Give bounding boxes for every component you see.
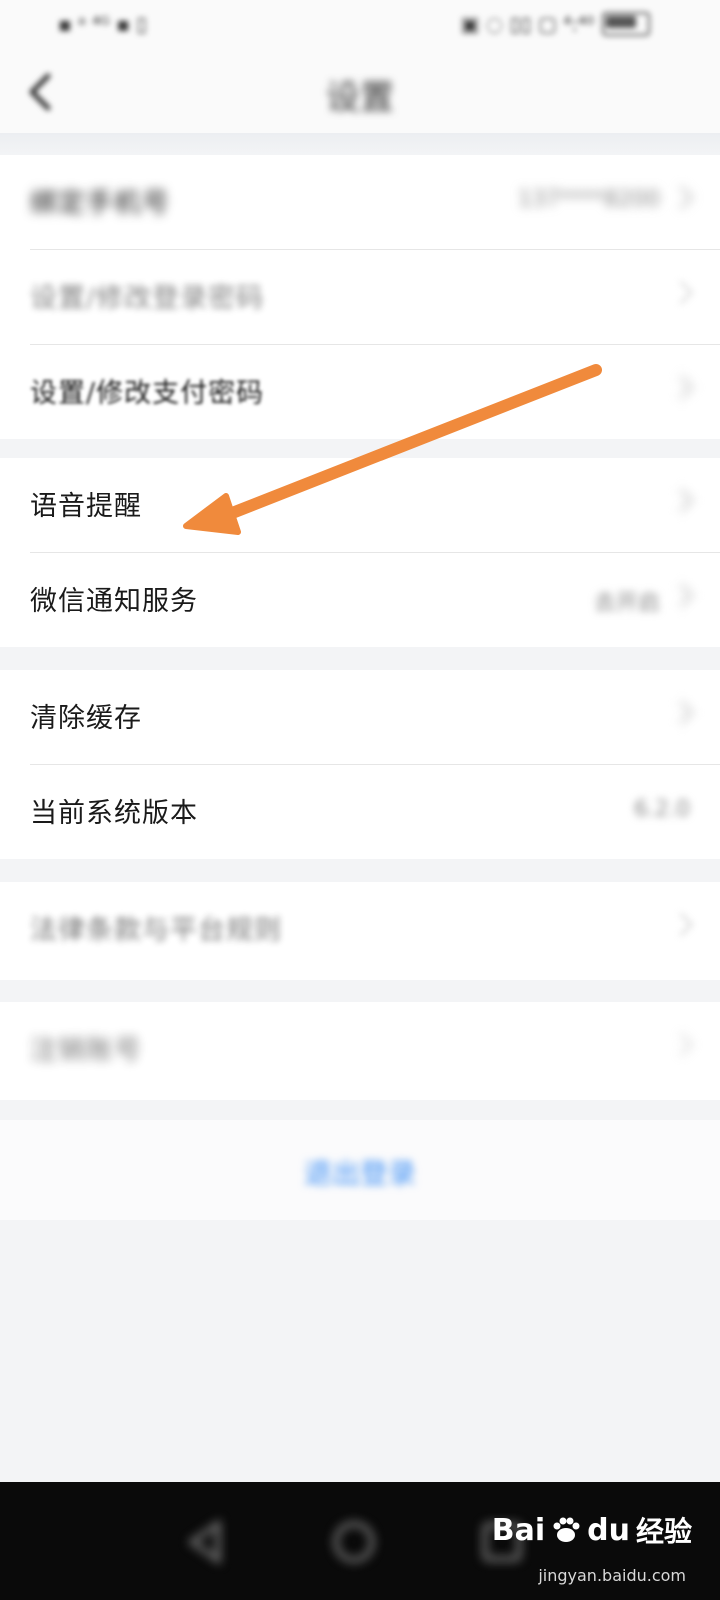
chevron-right-icon xyxy=(669,912,694,937)
pay-password-label: 设置/修改支付密码 xyxy=(30,378,265,409)
baidu-jingyan-watermark: Bai du 经验 xyxy=(492,1510,692,1550)
account-cancel-group: 注销账号 xyxy=(0,1002,720,1100)
legal-terms-label: 法律条款与平台规则 xyxy=(30,915,282,946)
system-version-value: 6.2.0 xyxy=(634,797,690,822)
chevron-right-icon xyxy=(669,488,694,513)
logout-label: 退出登录 xyxy=(303,1157,416,1190)
chevron-right-icon xyxy=(669,280,694,305)
signal-icon: ▪ ᵃ ⁴ᴳ ▪ ▯ xyxy=(58,12,148,36)
chevron-right-icon xyxy=(669,583,694,608)
login-password-label: 设置/修改登录密码 xyxy=(30,283,265,314)
notification-settings-group: 语音提醒 微信通知服务 去开启 xyxy=(0,458,720,647)
system-version-label: 当前系统版本 xyxy=(30,798,198,829)
bind-phone-value: 137****8200 xyxy=(518,187,660,212)
nav-back-icon[interactable] xyxy=(180,1516,232,1568)
system-navigation-bar: Bai du 经验 jingyan.baidu.com xyxy=(0,1482,720,1600)
cancel-account-row[interactable]: 注销账号 xyxy=(0,1002,720,1097)
watermark-brand-suffix: du xyxy=(587,1512,630,1548)
watermark-text: 经验 xyxy=(635,1515,692,1548)
login-password-row[interactable]: 设置/修改登录密码 xyxy=(0,250,720,345)
system-version-row: 当前系统版本 6.2.0 xyxy=(0,765,720,860)
logout-button[interactable]: 退出登录 xyxy=(0,1120,720,1220)
chevron-right-icon xyxy=(669,375,694,400)
bind-phone-label: 绑定手机号 xyxy=(30,188,170,219)
chevron-right-icon xyxy=(669,700,694,725)
status-clock: ▣ ◌ ▯▯ ▢ ⁴:⁴⁰ xyxy=(460,12,594,36)
clear-cache-label: 清除缓存 xyxy=(30,703,142,734)
watermark-url: jingyan.baidu.com xyxy=(538,1566,686,1585)
baidu-paw-icon xyxy=(553,1517,580,1542)
voice-reminder-label: 语音提醒 xyxy=(30,491,142,522)
status-bar: ▪ ᵃ ⁴ᴳ ▪ ▯ ▣ ◌ ▯▯ ▢ ⁴:⁴⁰ xyxy=(0,0,720,52)
nav-home-icon[interactable] xyxy=(328,1516,380,1568)
header-shadow xyxy=(0,133,720,155)
wechat-notify-row[interactable]: 微信通知服务 去开启 xyxy=(0,553,720,648)
watermark-brand: Bai xyxy=(491,1512,546,1548)
bind-phone-row[interactable]: 绑定手机号 137****8200 xyxy=(0,155,720,250)
status-right-icons: ▣ ◌ ▯▯ ▢ ⁴:⁴⁰ xyxy=(461,12,650,36)
legal-terms-row[interactable]: 法律条款与平台规则 xyxy=(0,882,720,977)
cancel-account-label: 注销账号 xyxy=(30,1035,142,1066)
system-settings-group: 清除缓存 当前系统版本 6.2.0 xyxy=(0,670,720,859)
wechat-notify-label: 微信通知服务 xyxy=(30,586,198,617)
voice-reminder-row[interactable]: 语音提醒 xyxy=(0,458,720,553)
status-left-icons: ▪ ᵃ ⁴ᴳ ▪ ▯ xyxy=(58,12,147,36)
navigation-bar: 设置 xyxy=(0,52,720,134)
account-settings-group: 绑定手机号 137****8200 设置/修改登录密码 设置/修改支付密码 xyxy=(0,155,720,439)
clear-cache-row[interactable]: 清除缓存 xyxy=(0,670,720,765)
battery-icon xyxy=(602,12,650,36)
chevron-right-icon xyxy=(669,185,694,210)
chevron-right-icon xyxy=(669,1032,694,1057)
pay-password-row[interactable]: 设置/修改支付密码 xyxy=(0,345,720,440)
legal-group: 法律条款与平台规则 xyxy=(0,882,720,980)
wechat-notify-status: 去开启 xyxy=(593,591,660,616)
settings-screen: ▪ ᵃ ⁴ᴳ ▪ ▯ ▣ ◌ ▯▯ ▢ ⁴:⁴⁰ 设置 绑定手机号 137***… xyxy=(0,0,720,1600)
page-title: 设置 xyxy=(326,78,394,118)
